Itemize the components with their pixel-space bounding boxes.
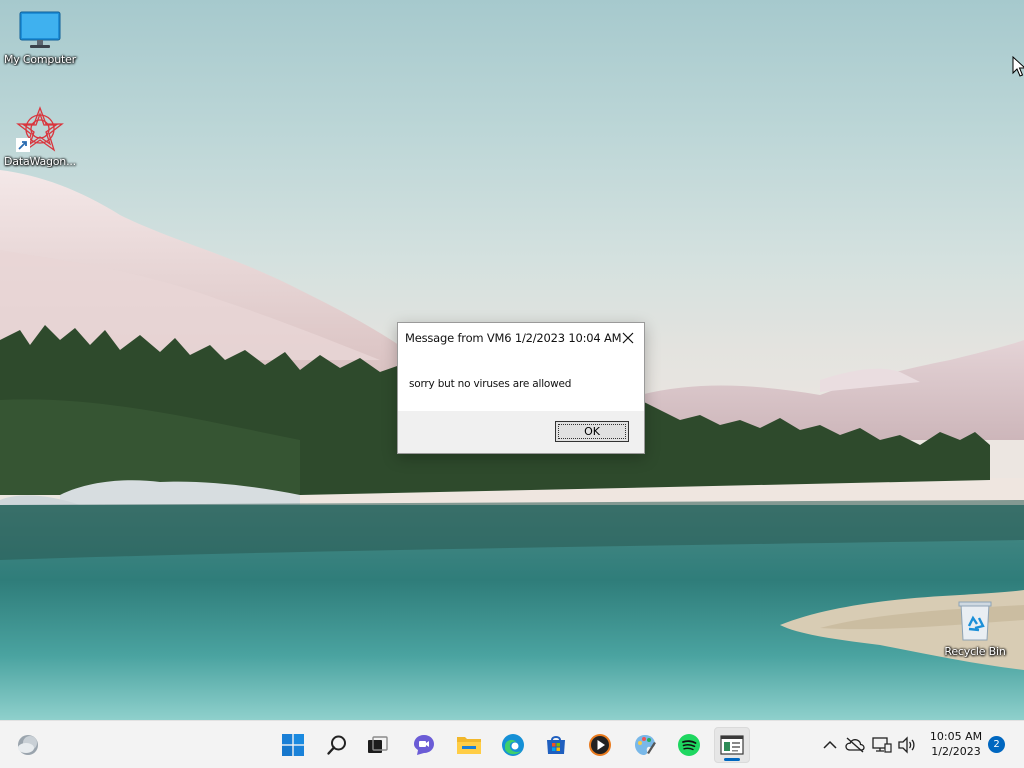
onedrive-status-button[interactable] [845, 735, 865, 755]
spotify-button[interactable] [671, 727, 707, 763]
chat-icon [414, 735, 434, 755]
clock-time: 10:05 AM [929, 730, 983, 743]
dialog-close-button[interactable] [612, 323, 644, 353]
folder-icon [457, 737, 481, 754]
desktop-icon-label: Recycle Bin [944, 645, 1006, 658]
store-icon [547, 736, 565, 754]
clock[interactable]: 10:05 AM 1/2/2023 [922, 729, 990, 759]
search-icon [327, 735, 346, 755]
mouse-cursor-icon [1012, 56, 1024, 77]
desktop-icon-datawagon[interactable]: DataWagon... [0, 106, 80, 168]
running-app-indicator [724, 758, 740, 761]
clock-date: 1/2/2023 [931, 745, 981, 758]
paint-icon [635, 735, 656, 755]
desktop-icon-my-computer[interactable]: My Computer [0, 10, 80, 66]
task-view-icon [368, 736, 388, 753]
dialog-titlebar[interactable]: Message from VM6 1/2/2023 10:04 AM [398, 323, 644, 355]
start-button[interactable] [275, 727, 311, 763]
edge-button[interactable] [495, 727, 531, 763]
media-player-button[interactable] [582, 727, 618, 763]
taskbar: 10:05 AM 1/2/2023 2 [0, 720, 1024, 768]
cloud-offline-icon [845, 737, 865, 753]
file-explorer-button[interactable] [451, 727, 487, 763]
volume-icon [898, 736, 915, 754]
desktop-icon-label: My Computer [4, 53, 76, 66]
paint-button[interactable] [627, 727, 663, 763]
windows-logo-icon [282, 734, 304, 756]
play-icon [589, 734, 611, 756]
task-view-button[interactable] [360, 727, 396, 763]
volume-button[interactable] [897, 735, 917, 755]
desktop-icon-recycle-bin[interactable]: Recycle Bin [935, 600, 1015, 658]
widgets-button[interactable] [10, 727, 46, 763]
dialog-message: sorry but no viruses are allowed [409, 378, 572, 390]
store-button[interactable] [538, 727, 574, 763]
network-button[interactable] [872, 735, 892, 755]
datawagon-icon [16, 106, 64, 152]
spotify-icon [678, 734, 700, 756]
monitor-icon [19, 11, 61, 48]
close-icon [622, 332, 634, 344]
recycle-bin-icon [958, 601, 992, 641]
dialog-footer: OK [398, 411, 644, 453]
network-icon [872, 737, 892, 753]
chat-button[interactable] [406, 727, 442, 763]
chevron-up-icon [823, 740, 837, 749]
search-button[interactable] [319, 727, 355, 763]
notification-badge[interactable]: 2 [988, 736, 1005, 753]
edge-icon [502, 734, 524, 756]
tray-overflow-button[interactable] [820, 735, 840, 755]
ok-button[interactable]: OK [555, 421, 629, 442]
desktop-icon-label: DataWagon... [4, 155, 76, 168]
app-window-icon [720, 735, 744, 755]
dialog-title: Message from VM6 1/2/2023 10:04 AM [405, 331, 622, 345]
message-dialog: Message from VM6 1/2/2023 10:04 AM sorry… [397, 322, 645, 454]
weather-widget-icon [18, 735, 38, 755]
